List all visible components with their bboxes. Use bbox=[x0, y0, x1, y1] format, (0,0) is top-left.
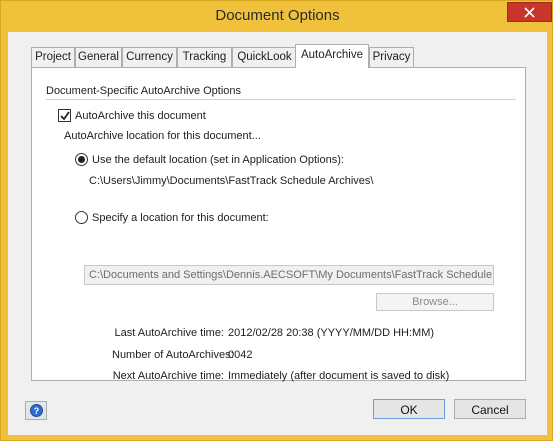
default-location-radio[interactable] bbox=[75, 153, 88, 166]
tab-privacy[interactable]: Privacy bbox=[369, 47, 414, 67]
checkmark-icon bbox=[60, 111, 70, 121]
last-archive-value: 2012/02/28 20:38 (YYYY/MM/DD HH:MM) bbox=[228, 327, 435, 339]
next-archive-label: Next AutoArchive time: bbox=[112, 370, 224, 382]
autoarchive-checkbox-label[interactable]: AutoArchive this document bbox=[75, 110, 206, 122]
help-button[interactable]: ? bbox=[25, 401, 47, 420]
ok-button[interactable]: OK bbox=[373, 399, 445, 419]
default-location-label[interactable]: Use the default location (set in Applica… bbox=[92, 154, 344, 166]
tab-label: Privacy bbox=[372, 51, 411, 63]
dialog-body: Project General Currency Tracking QuickL… bbox=[8, 32, 547, 435]
specify-location-label[interactable]: Specify a location for this document: bbox=[92, 212, 269, 224]
autoarchive-panel: Document-Specific AutoArchive Options Au… bbox=[31, 67, 526, 382]
tab-quicklook[interactable]: QuickLook bbox=[232, 47, 297, 67]
tab-label: QuickLook bbox=[237, 51, 292, 63]
close-icon bbox=[524, 7, 535, 18]
tab-label: AutoArchive bbox=[300, 49, 363, 61]
cancel-button[interactable]: Cancel bbox=[454, 399, 526, 419]
specify-location-field[interactable]: C:\Documents and Settings\Dennis.AECSOFT… bbox=[84, 265, 494, 285]
close-button[interactable] bbox=[507, 2, 552, 22]
tab-general[interactable]: General bbox=[75, 47, 122, 67]
specify-location-radio[interactable] bbox=[75, 211, 88, 224]
archive-count-value: 0042 bbox=[228, 349, 253, 361]
window-title: Document Options bbox=[215, 7, 340, 24]
radio-selected-dot bbox=[78, 156, 85, 163]
tab-project[interactable]: Project bbox=[31, 47, 75, 67]
dialog-window: Document Options Project General Currenc… bbox=[0, 0, 553, 441]
help-icon: ? bbox=[30, 404, 43, 417]
tab-tracking[interactable]: Tracking bbox=[177, 47, 232, 67]
tab-label: Project bbox=[35, 51, 71, 63]
tab-label: Tracking bbox=[182, 51, 227, 63]
tab-label: General bbox=[78, 51, 119, 63]
tab-autoarchive[interactable]: AutoArchive bbox=[295, 44, 369, 68]
tab-currency[interactable]: Currency bbox=[122, 47, 177, 67]
tab-label: Currency bbox=[126, 51, 173, 63]
title-bar[interactable]: Document Options bbox=[1, 1, 553, 32]
location-heading: AutoArchive location for this document..… bbox=[64, 130, 261, 142]
next-archive-value: Immediately (after document is saved to … bbox=[228, 370, 450, 382]
browse-button[interactable]: Browse... bbox=[376, 293, 494, 311]
section-title: Document-Specific AutoArchive Options bbox=[46, 85, 242, 97]
archive-count-label: Number of AutoArchives: bbox=[112, 349, 234, 361]
default-location-path: C:\Users\Jimmy\Documents\FastTrack Sched… bbox=[89, 175, 374, 187]
last-archive-label: Last AutoArchive time: bbox=[114, 327, 224, 339]
section-divider bbox=[46, 99, 516, 100]
autoarchive-checkbox[interactable] bbox=[58, 109, 71, 122]
